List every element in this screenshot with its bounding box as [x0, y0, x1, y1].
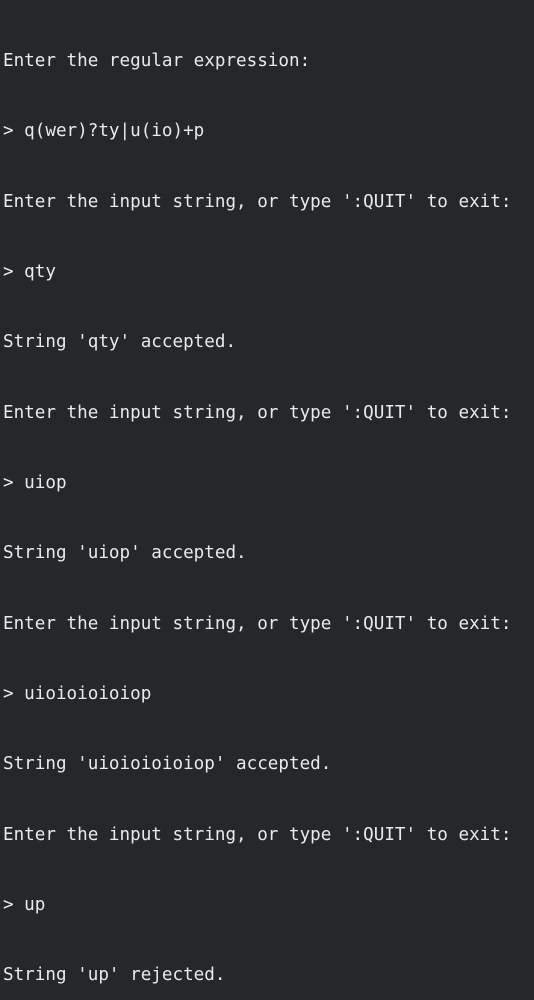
terminal-line: > q(wer)?ty|u(io)+p [3, 121, 205, 142]
terminal-line: String 'uiop' accepted. [3, 543, 247, 564]
terminal-line: > uioioioioiop [3, 684, 152, 704]
terminal-line: > up [3, 895, 46, 916]
terminal-line: Enter the regular expression: [3, 50, 311, 71]
terminal-line: String 'uioioioioiop' accepted. [3, 754, 332, 775]
terminal-line: String 'qty' accepted. [3, 332, 237, 353]
terminal-line: String 'up' rejected. [3, 965, 226, 986]
terminal-output[interactable]: Enter the regular expression: > q(wer)?t… [0, 0, 534, 985]
terminal-line: Enter the input string, or type ':QUIT' … [3, 824, 512, 845]
terminal-line: > uiop [3, 472, 67, 493]
terminal-line: Enter the input string, or type ':QUIT' … [3, 613, 512, 634]
terminal-line: Enter the input string, or type ':QUIT' … [3, 402, 512, 423]
terminal-line: > qty [3, 261, 56, 282]
terminal-line: Enter the input string, or type ':QUIT' … [3, 191, 512, 212]
